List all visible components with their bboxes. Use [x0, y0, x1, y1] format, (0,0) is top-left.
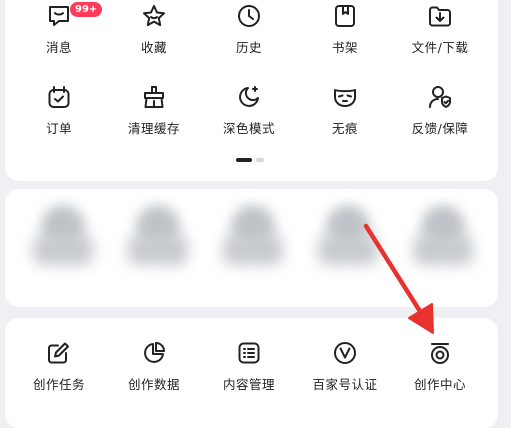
- messages-label: 消息: [45, 40, 72, 55]
- creator-center-icon: [431, 343, 449, 364]
- messages-button[interactable]: 99+ 消息: [11, 1, 107, 56]
- creator-center-label: 创作中心: [413, 377, 466, 392]
- creation-tasks-button[interactable]: 创作任务: [11, 340, 107, 393]
- bookshelf-label: 书架: [331, 40, 358, 55]
- blurred-item: [318, 205, 378, 265]
- clear-cache-button[interactable]: 清理缓存: [106, 84, 202, 137]
- clock-icon: [238, 5, 260, 27]
- bookshelf-icon: [335, 5, 355, 27]
- dark-mode-button[interactable]: 深色模式: [201, 84, 297, 137]
- favorites-button[interactable]: 收藏: [106, 3, 202, 56]
- page-indicator-inactive: [256, 158, 264, 162]
- blurred-item: [413, 205, 473, 265]
- baijiahao-verification-label: 百家号认证: [312, 377, 378, 392]
- history-button[interactable]: 历史: [201, 3, 297, 56]
- blurred-item: [128, 205, 188, 265]
- content-management-button[interactable]: 内容管理: [201, 340, 297, 393]
- unread-badge: 99+: [69, 1, 104, 18]
- feedback-shield-icon: [429, 86, 451, 108]
- content-management-label: 内容管理: [222, 377, 275, 392]
- favorites-label: 收藏: [140, 40, 167, 55]
- feedback-label: 反馈/保障: [411, 121, 469, 136]
- history-label: 历史: [235, 40, 262, 55]
- dark-mode-label: 深色模式: [222, 121, 275, 136]
- creator-center-button[interactable]: 创作中心: [392, 340, 488, 393]
- verified-v-icon: [334, 342, 356, 364]
- list-icon: [238, 342, 260, 364]
- message-icon: [49, 6, 69, 26]
- star-icon: [143, 5, 165, 27]
- creation-data-button[interactable]: 创作数据: [106, 340, 202, 393]
- blurred-item: [223, 205, 283, 265]
- download-folder-icon: [429, 6, 451, 27]
- blurred-item: [33, 205, 93, 265]
- creation-data-label: 创作数据: [127, 377, 180, 392]
- edit-task-icon: [48, 342, 69, 364]
- orders-button[interactable]: 订单: [11, 84, 107, 137]
- mask-icon: [334, 89, 356, 107]
- incognito-button[interactable]: 无痕: [297, 84, 393, 137]
- order-icon: [48, 86, 70, 108]
- files-downloads-button[interactable]: 文件/下载: [392, 3, 488, 56]
- feedback-button[interactable]: 反馈/保障: [392, 84, 488, 137]
- orders-label: 订单: [45, 121, 72, 136]
- clean-cache-icon: [144, 86, 164, 108]
- pie-chart-icon: [144, 342, 165, 363]
- moon-icon: [239, 86, 259, 107]
- baijiahao-verification-button[interactable]: 百家号认证: [297, 340, 393, 393]
- page-indicator-active: [236, 158, 252, 162]
- clear-cache-label: 清理缓存: [127, 121, 180, 136]
- incognito-label: 无痕: [331, 121, 358, 136]
- files-downloads-label: 文件/下载: [411, 40, 469, 55]
- creation-tasks-label: 创作任务: [32, 377, 85, 392]
- bookshelf-button[interactable]: 书架: [297, 3, 393, 56]
